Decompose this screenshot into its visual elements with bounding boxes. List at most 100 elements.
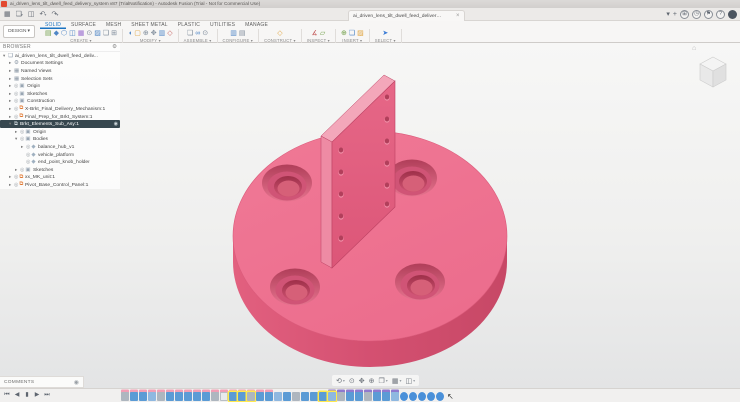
save-icon[interactable]: ◫	[26, 9, 37, 21]
gear-icon[interactable]: ⚙	[112, 44, 117, 50]
visibility-eye-icon[interactable]: ◎	[26, 152, 30, 158]
activate-component-radio[interactable]: ◉	[114, 121, 118, 127]
profile-avatar[interactable]	[728, 10, 737, 19]
view-cube-graphic[interactable]	[692, 43, 734, 95]
timeline-body-icon[interactable]	[427, 392, 435, 401]
grid-layout-icon[interactable]: ◫▾	[405, 377, 415, 385]
home-view-icon[interactable]: ⌂	[692, 45, 696, 52]
create-tool-icon[interactable]: ⊞	[111, 29, 117, 38]
node-label[interactable]: Bodies	[33, 137, 48, 143]
timeline-feature-icon[interactable]	[220, 392, 228, 401]
node-label[interactable]: Selection Sets	[21, 76, 53, 82]
redo-icon[interactable]: ↷▾	[49, 9, 60, 21]
timeline-feature-icon[interactable]	[256, 392, 264, 401]
job-status-icon[interactable]: ◷	[692, 10, 701, 19]
node-label[interactable]: Named Views	[21, 68, 52, 74]
timeline-feature-icon[interactable]	[301, 392, 309, 401]
construct-tool-icon[interactable]: ◇	[277, 29, 282, 38]
visibility-eye-icon[interactable]: ◎	[20, 167, 24, 173]
tab-mesh[interactable]: MESH	[101, 21, 126, 29]
timeline-feature-icon[interactable]	[202, 392, 210, 401]
node-label[interactable]: Document Settings	[21, 61, 63, 67]
timeline-feature-icon[interactable]	[364, 392, 372, 401]
node-label[interactable]: Sketches	[33, 167, 53, 173]
create-tool-icon[interactable]: ▦	[78, 29, 85, 38]
node-label[interactable]: X-Brkt_Final_Delivery_Mechanism:1	[25, 106, 105, 112]
browser-row[interactable]: ▸◎▣Origin	[0, 82, 120, 90]
browser-row[interactable]: ▾⧉Brkt_Elements_Sub_Asy:1◉	[0, 120, 120, 128]
timeline-feature-icon[interactable]	[211, 392, 219, 401]
node-label[interactable]: Construction	[27, 99, 55, 105]
comments-bar[interactable]: COMMENTS ◉	[0, 376, 84, 388]
tab-overflow-icon[interactable]: ▾	[666, 10, 670, 19]
visibility-eye-icon[interactable]: ◎	[14, 91, 18, 97]
visibility-eye-icon[interactable]: ◎	[26, 144, 30, 150]
timeline-feature-icon[interactable]	[292, 392, 300, 401]
insert-tool-icon[interactable]: ❏	[349, 29, 355, 38]
node-label[interactable]: Origin	[27, 83, 40, 89]
timeline-control-icon[interactable]: ⏮	[3, 390, 11, 401]
timeline-feature-icon[interactable]	[229, 392, 237, 401]
timeline-feature-icon[interactable]	[355, 392, 363, 401]
undo-icon[interactable]: ↶▾	[38, 9, 49, 21]
timeline-control-icon[interactable]: ◀	[13, 390, 21, 401]
pan-icon[interactable]: ✥	[359, 377, 365, 385]
timeline-feature-icon[interactable]	[274, 392, 282, 401]
browser-row[interactable]: ▸▦Named Views	[0, 67, 120, 75]
browser-row[interactable]: ▸⚙Document Settings	[0, 60, 120, 68]
browser-row[interactable]: ▸◎⧉Pivot_Base_Control_Panel:1	[0, 181, 120, 189]
timeline-body-icon[interactable]	[400, 392, 408, 401]
timeline-body-icon[interactable]	[418, 392, 426, 401]
create-tool-icon[interactable]: ▨	[94, 29, 101, 38]
timeline-control-icon[interactable]: ▮	[23, 390, 31, 401]
visibility-eye-icon[interactable]: ◎	[14, 106, 18, 112]
modify-tool-icon[interactable]: ◖	[128, 29, 132, 38]
timeline-feature-icon[interactable]	[265, 392, 273, 401]
extensions-icon[interactable]: ⊞	[680, 10, 689, 19]
timeline-feature-icon[interactable]	[193, 392, 201, 401]
node-label[interactable]: Origin	[33, 129, 46, 135]
timeline-body-icon[interactable]	[409, 392, 417, 401]
node-label[interactable]: vehicle_platform	[38, 152, 74, 158]
tab-plastic[interactable]: PLASTIC	[173, 21, 205, 29]
file-menu-icon[interactable]: ❏▾	[14, 9, 25, 21]
create-tool-icon[interactable]: ⬡	[61, 29, 67, 38]
display-settings-icon[interactable]: ▦▾	[392, 377, 402, 385]
timeline-feature-icon[interactable]	[175, 392, 183, 401]
browser-row[interactable]: ▸◎◆balance_hub_v1	[0, 143, 120, 151]
modify-tool-icon[interactable]: ✥	[151, 29, 157, 38]
browser-row[interactable]: ▸◎⧉X-Brkt_Final_Delivery_Mechanism:1	[0, 105, 120, 113]
visibility-eye-icon[interactable]: ◎	[14, 182, 18, 188]
configure-tool-icon[interactable]: ▤	[239, 29, 246, 38]
workspace-selector[interactable]: DESIGN ▾	[3, 25, 35, 38]
modify-tool-icon[interactable]: ▥	[159, 29, 166, 38]
timeline-control-icon[interactable]: ⏭	[43, 390, 51, 401]
close-tab-icon[interactable]: ×	[456, 13, 460, 19]
modify-tool-icon[interactable]: ▢	[134, 29, 141, 38]
tab-surface[interactable]: SURFACE	[66, 21, 101, 29]
node-label[interactable]: balance_hub_v1	[38, 144, 74, 150]
timeline-feature-icon[interactable]	[346, 392, 354, 401]
browser-row[interactable]: ▸◎▣Sketches	[0, 90, 120, 98]
modify-tool-icon[interactable]: ◇	[167, 29, 172, 38]
new-tab-icon[interactable]: +	[673, 10, 677, 19]
inspect-tool-icon[interactable]: ▱	[320, 29, 325, 38]
view-cube[interactable]: ⌂	[692, 43, 734, 95]
create-tool-icon[interactable]: ▤	[45, 29, 52, 38]
data-panel-icon[interactable]: ▦	[2, 9, 13, 21]
timeline-control-icon[interactable]: ▶	[33, 390, 41, 401]
node-label[interactable]: Brkt_Elements_Sub_Asy:1	[20, 121, 79, 127]
visibility-eye-icon[interactable]: ◎	[14, 98, 18, 104]
timeline-feature-icon[interactable]	[391, 392, 399, 401]
assemble-tool-icon[interactable]: ❏	[187, 29, 193, 38]
node-label[interactable]: xx_MK_unit:1	[25, 175, 55, 181]
fit-icon[interactable]: ❐▾	[379, 377, 388, 385]
timeline-feature-icon[interactable]	[283, 392, 291, 401]
assemble-tool-icon[interactable]: ⊙	[202, 29, 208, 38]
look-at-icon[interactable]: ⊙	[349, 377, 355, 385]
browser-row[interactable]: ▸◎⧉xx_MK_unit:1	[0, 174, 120, 182]
create-tool-icon[interactable]: ◫	[69, 29, 76, 38]
browser-row[interactable]: ▾❏ai_driven_lens_tilt_dwell_feed_deliv..…	[0, 52, 120, 60]
inspect-tool-icon[interactable]: ∡	[312, 29, 318, 38]
timeline-feature-icon[interactable]	[166, 392, 174, 401]
